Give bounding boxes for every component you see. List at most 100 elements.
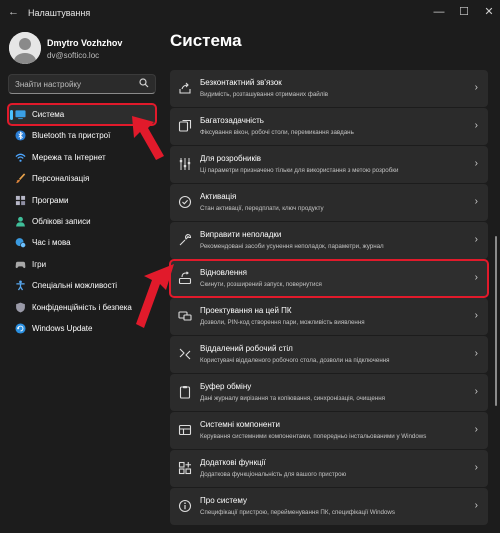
card-remote-desktop[interactable]: Віддалений робочий стіл Користувачі відд…: [170, 336, 488, 373]
chevron-right-icon: ›: [474, 424, 478, 435]
sidebar-item-label: Програми: [32, 195, 69, 205]
card-system-components[interactable]: Системні компоненти Керування системними…: [170, 412, 488, 449]
card-proximity-sharing[interactable]: Безконтактний зв'язок Видимість, розташу…: [170, 70, 488, 107]
accessibility-icon: [16, 280, 25, 291]
chevron-right-icon: ›: [474, 196, 478, 207]
card-subtitle: Фіксування вікон, робочі столи, перемика…: [200, 129, 354, 136]
annotation-arrow-icon: [132, 116, 164, 160]
card-title: Активація: [200, 192, 237, 201]
gamepad-icon: [15, 261, 26, 268]
user-email: dv@softico.loc: [47, 51, 100, 60]
globe-clock-icon: [15, 238, 26, 249]
chevron-right-icon: ›: [474, 82, 478, 93]
sidebar-item-personalization[interactable]: Персоналізація: [8, 168, 156, 189]
scrollbar-thumb[interactable]: [495, 236, 497, 406]
sidebar-item-label: Ігри: [32, 259, 47, 269]
card-title: Проектування на цей ПК: [200, 306, 292, 315]
chevron-right-icon: ›: [474, 500, 478, 511]
card-about[interactable]: Про систему Специфікації пристрою, перей…: [170, 488, 488, 525]
optional-features-icon: [178, 461, 192, 475]
card-title: Багатозадачність: [200, 116, 264, 125]
chevron-right-icon: ›: [474, 462, 478, 473]
search-icon[interactable]: [139, 78, 149, 88]
card-multitasking[interactable]: Багатозадачність Фіксування вікон, робоч…: [170, 108, 488, 145]
sidebar-item-label: Bluetooth та пристрої: [32, 131, 111, 141]
card-for-developers[interactable]: Для розробників Ці параметри призначено …: [170, 146, 488, 183]
components-icon: [178, 424, 192, 436]
avatar[interactable]: [9, 32, 41, 64]
card-subtitle: Специфікації пристрою, перейменування ПК…: [200, 509, 395, 516]
card-subtitle: Рекомендовані засоби усунення неполадок,…: [200, 243, 384, 250]
remote-desktop-icon: [179, 348, 191, 360]
back-arrow-icon[interactable]: ←: [8, 6, 19, 18]
info-icon: [178, 499, 192, 513]
sidebar-item-label: Спеціальні можливості: [32, 281, 118, 291]
card-activation[interactable]: Активація Стан активації, передплати, кл…: [170, 184, 488, 221]
sidebar-item-label: Облікові записи: [32, 216, 91, 226]
chevron-right-icon: ›: [474, 386, 478, 397]
recovery-icon: [178, 271, 192, 285]
card-title: Відновлення: [200, 268, 247, 277]
sidebar-item-accounts[interactable]: Облікові записи: [8, 211, 156, 232]
sidebar-item-label: Система: [32, 110, 65, 119]
update-icon: [15, 323, 26, 334]
chevron-right-icon: ›: [474, 234, 478, 245]
shield-icon: [16, 302, 25, 313]
chevron-right-icon: ›: [474, 310, 478, 321]
sidebar-item-label: Персоналізація: [32, 174, 90, 184]
wifi-icon: [15, 153, 26, 162]
chevron-right-icon: ›: [474, 272, 478, 283]
search-input[interactable]: [15, 78, 135, 90]
search-box[interactable]: [8, 74, 156, 94]
apps-icon: [15, 195, 26, 205]
share-icon: [179, 82, 191, 94]
card-recovery[interactable]: Відновлення Скинути, розширений запуск, …: [169, 259, 489, 298]
card-subtitle: Стан активації, передплати, ключ продукт…: [200, 205, 324, 212]
card-troubleshoot[interactable]: Виправити неполадки Рекомендовані засоби…: [170, 222, 488, 259]
card-title: Буфер обміну: [200, 382, 252, 391]
sidebar-item-label: Мережа та Інтернет: [32, 152, 106, 162]
chevron-right-icon: ›: [474, 158, 478, 169]
active-indicator: [10, 110, 13, 120]
sidebar-item-time-language[interactable]: Час і мова: [8, 232, 156, 253]
sidebar-item-label: Час і мова: [32, 238, 71, 248]
card-title: Про систему: [200, 496, 247, 505]
user-name: Dmytro Vozhzhov: [47, 38, 123, 48]
card-title: Системні компоненти: [200, 420, 280, 429]
card-subtitle: Ці параметри призначено тільки для викор…: [200, 167, 399, 174]
card-title: Безконтактний зв'язок: [200, 78, 282, 87]
chevron-right-icon: ›: [474, 348, 478, 359]
person-icon: [16, 216, 25, 227]
card-projecting[interactable]: Проектування на цей ПК Дозволи, PIN-код …: [170, 298, 488, 335]
person-avatar-icon: [9, 32, 41, 64]
chevron-right-icon: ›: [474, 120, 478, 131]
brush-icon: [15, 173, 26, 184]
card-title: Для розробників: [200, 154, 262, 163]
card-clipboard[interactable]: Буфер обміну Дані журналу вирізання та к…: [170, 374, 488, 411]
close-button[interactable]: ✕: [478, 4, 500, 20]
check-circle-icon: [178, 195, 192, 209]
card-title: Виправити неполадки: [200, 230, 282, 239]
card-subtitle: Дані журналу вирізання та копіювання, си…: [200, 395, 385, 402]
developer-icon: [179, 158, 191, 170]
project-icon: [178, 311, 192, 321]
sidebar-item-label: Windows Update: [32, 323, 93, 333]
card-subtitle: Видимість, розташування отриманих файлів: [200, 91, 329, 98]
card-title: Додаткові функції: [200, 458, 266, 467]
card-subtitle: Скинути, розширений запуск, повернутися: [200, 281, 322, 288]
multitask-icon: [178, 119, 192, 132]
monitor-icon: [15, 110, 26, 120]
minimize-button[interactable]: —: [428, 4, 450, 20]
card-optional-features[interactable]: Додаткові функції Додаткова функціональн…: [170, 450, 488, 487]
annotation-arrow-icon: [136, 264, 174, 328]
page-title: Система: [170, 31, 242, 50]
card-subtitle: Дозволи, PIN-код створення пари, можливі…: [200, 319, 365, 326]
clipboard-icon: [179, 386, 191, 399]
bluetooth-icon: [15, 130, 26, 141]
sidebar-item-apps[interactable]: Програми: [8, 190, 156, 211]
card-subtitle: Керування системними компонентами, попер…: [200, 433, 427, 440]
card-subtitle: Користувачі віддаленого робочого стола, …: [200, 357, 390, 364]
maximize-button[interactable]: ☐: [453, 4, 475, 20]
window-title: Налаштування: [28, 8, 91, 18]
wrench-icon: [179, 233, 192, 246]
